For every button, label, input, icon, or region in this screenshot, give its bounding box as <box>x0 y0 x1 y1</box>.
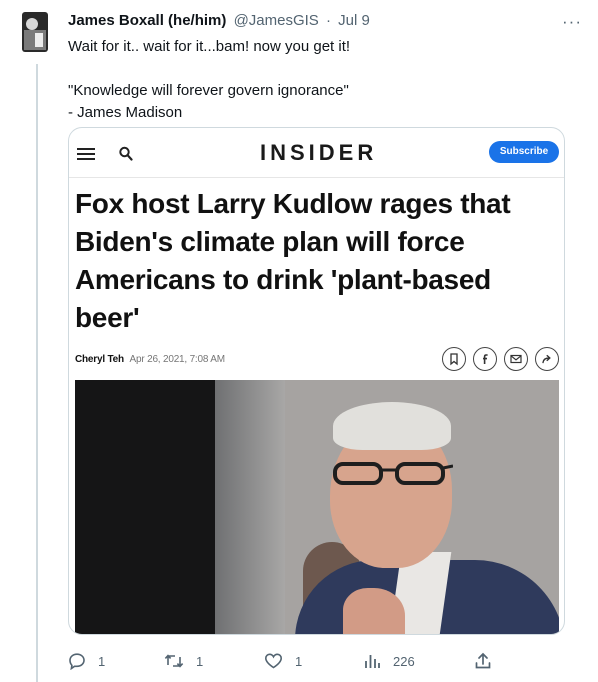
tweet-text-line: Wait for it.. wait for it...bam! now you… <box>68 38 351 55</box>
email-icon <box>504 347 528 371</box>
article-photo <box>75 380 559 634</box>
subscribe-button: Subscribe <box>489 141 559 163</box>
views-button[interactable]: 226 <box>363 650 415 672</box>
share-arrow-icon <box>535 347 559 371</box>
article-headline: Fox host Larry Kudlow rages that Biden's… <box>75 185 563 337</box>
tweet-time[interactable]: Jul 9 <box>338 12 370 29</box>
share-button[interactable] <box>474 650 492 672</box>
headline-line: Biden's climate plan will force <box>75 226 465 257</box>
article-date: Apr 26, 2021, 7:08 AM <box>129 354 226 365</box>
article-author: Cheryl Teh <box>75 354 124 365</box>
retweet-count: 1 <box>196 653 204 669</box>
heart-icon <box>264 652 283 670</box>
author-name[interactable]: James Boxall (he/him) <box>68 12 226 29</box>
views-count: 226 <box>393 653 415 669</box>
tweet-header: James Boxall (he/him) @JamesGIS · Jul 9 <box>68 12 370 29</box>
tweet-text-line: "Knowledge will forever govern ignorance… <box>68 82 349 99</box>
embedded-image-card[interactable]: INSIDER Subscribe Fox host Larry Kudlow … <box>68 127 565 635</box>
headline-line: beer' <box>75 302 140 333</box>
bookmark-icon <box>442 347 466 371</box>
author-handle[interactable]: @JamesGIS <box>234 12 319 29</box>
analytics-icon <box>363 652 381 670</box>
avatar[interactable] <box>22 12 48 52</box>
share-icon <box>474 652 492 670</box>
tweet-text-line <box>68 58 568 80</box>
thread-line <box>36 64 38 682</box>
like-button[interactable]: 1 <box>264 650 302 672</box>
separator-dot: · <box>325 12 331 29</box>
search-icon <box>119 146 133 162</box>
headline-line: Americans to drink 'plant-based <box>75 264 491 295</box>
reply-count: 1 <box>98 653 106 669</box>
tweet-text-line: - James Madison <box>68 104 183 121</box>
insider-logo: INSIDER <box>260 140 378 165</box>
like-count: 1 <box>295 653 303 669</box>
reply-button[interactable]: 1 <box>68 650 105 672</box>
tweet-text: Wait for it.. wait for it...bam! now you… <box>68 36 568 124</box>
hamburger-menu-icon <box>77 148 95 160</box>
article-byline: Cheryl Teh Apr 26, 2021, 7:08 AM <box>75 354 225 365</box>
retweet-icon <box>164 652 184 670</box>
insider-nav-bar: INSIDER Subscribe <box>69 128 564 178</box>
headline-line: Fox host Larry Kudlow rages that <box>75 188 511 219</box>
retweet-button[interactable]: 1 <box>164 650 203 672</box>
reply-icon <box>68 652 86 670</box>
more-options-icon[interactable]: ··· <box>562 12 582 32</box>
tweet-actions: 1 1 1 226 <box>68 650 498 672</box>
facebook-icon <box>473 347 497 371</box>
